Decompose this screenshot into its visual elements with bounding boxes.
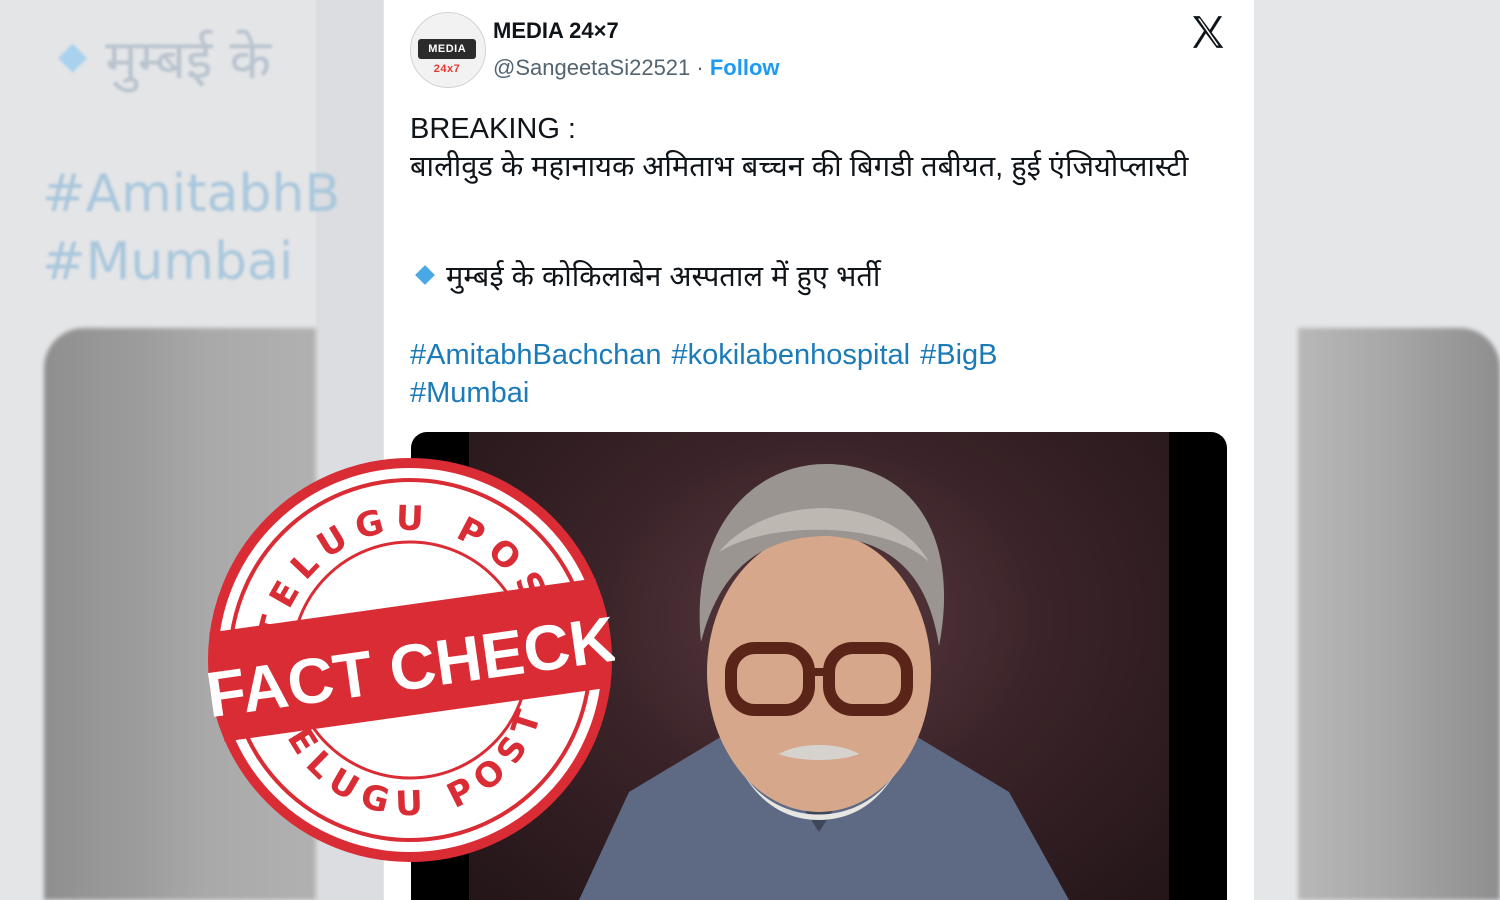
tweet-text-line: BREAKING : <box>410 113 576 145</box>
diamond-bullet-icon <box>415 265 435 285</box>
tweet-text: BREAKING : बालीवुड के महानायक अमिताभ बच्… <box>410 110 1210 186</box>
hashtag-list: #AmitabhBachchan #kokilabenhospital #BigB … <box>410 336 1210 412</box>
hashtag-link[interactable]: #AmitabhBachchan <box>410 339 662 371</box>
background-photo-right <box>1298 328 1500 900</box>
hashtag-link[interactable]: #BigB <box>920 339 997 371</box>
bullet-text: मुम्बई के कोकिलाबेन अस्पताल में हुए भर्त… <box>446 261 881 293</box>
separator-dot: · <box>690 55 710 80</box>
background-hashtag-line: #AmitabhB <box>42 164 341 224</box>
tweet-bullet-line: मुम्बई के कोकिलाबेन अस्पताल में हुए भर्त… <box>415 256 881 295</box>
avatar[interactable]: MEDIA 24x7 <box>410 12 486 88</box>
display-name[interactable]: MEDIA 24×7 <box>493 18 619 44</box>
follow-button[interactable]: Follow <box>710 55 780 80</box>
tweet-text-line: बालीवुड के महानायक अमिताभ बच्चन की बिगडी… <box>410 151 1189 183</box>
x-logo-icon[interactable] <box>1188 12 1228 52</box>
hashtag-link[interactable]: #Mumbai <box>410 377 529 409</box>
background-text-line1: ◆ मुम्बई के <box>58 28 272 91</box>
handle-row: @SangeetaSi22521 · Follow <box>493 55 780 81</box>
hashtag-link[interactable]: #kokilabenhospital <box>672 339 911 371</box>
avatar-logo: MEDIA 24x7 <box>418 39 476 75</box>
background-hashtag-line: #Mumbai <box>42 232 294 292</box>
user-handle[interactable]: @SangeetaSi22521 <box>493 55 690 80</box>
fact-check-stamp: TELUGU POST TELUGU POST FACT CHECK <box>205 458 615 862</box>
